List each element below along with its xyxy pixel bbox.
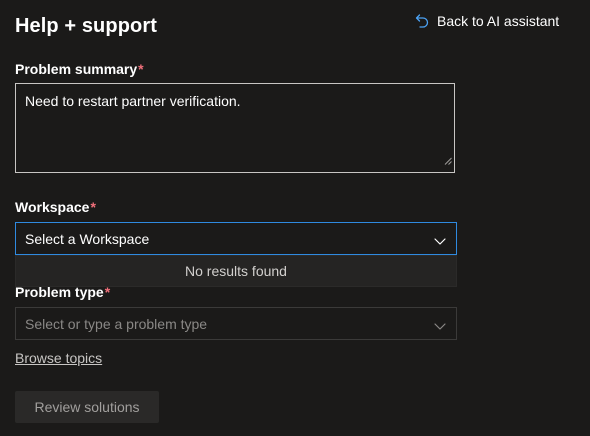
- required-asterisk: *: [90, 199, 96, 215]
- workspace-placeholder: Select a Workspace: [25, 230, 150, 247]
- problem-summary-textarea[interactable]: Need to restart partner verification.: [15, 83, 455, 173]
- problem-type-label: Problem type*: [15, 284, 111, 300]
- back-to-assistant-link[interactable]: Back to AI assistant: [415, 13, 559, 29]
- required-asterisk: *: [104, 284, 111, 300]
- workspace-dropdown-list: No results found: [15, 255, 457, 287]
- problem-summary-value: Need to restart partner verification.: [25, 93, 241, 109]
- workspace-combobox[interactable]: Select a Workspace: [15, 222, 457, 255]
- page-title: Help + support: [15, 15, 157, 37]
- help-support-panel: Help + support Back to AI assistant Prob…: [0, 0, 590, 436]
- browse-topics-link[interactable]: Browse topics: [15, 350, 102, 366]
- chevron-down-icon[interactable]: [434, 318, 446, 334]
- chevron-down-icon[interactable]: [434, 233, 446, 249]
- problem-type-placeholder: Select or type a problem type: [25, 315, 208, 332]
- no-results-message: No results found: [185, 263, 287, 279]
- problem-summary-label: Problem summary*: [15, 61, 144, 77]
- undo-arrow-icon: [415, 13, 429, 29]
- back-link-label: Back to AI assistant: [437, 13, 560, 29]
- resize-grip-icon[interactable]: [444, 152, 452, 170]
- problem-type-combobox[interactable]: Select or type a problem type: [15, 307, 457, 340]
- required-asterisk: *: [138, 61, 144, 77]
- review-solutions-button[interactable]: Review solutions: [15, 391, 159, 423]
- workspace-label: Workspace*: [15, 199, 96, 215]
